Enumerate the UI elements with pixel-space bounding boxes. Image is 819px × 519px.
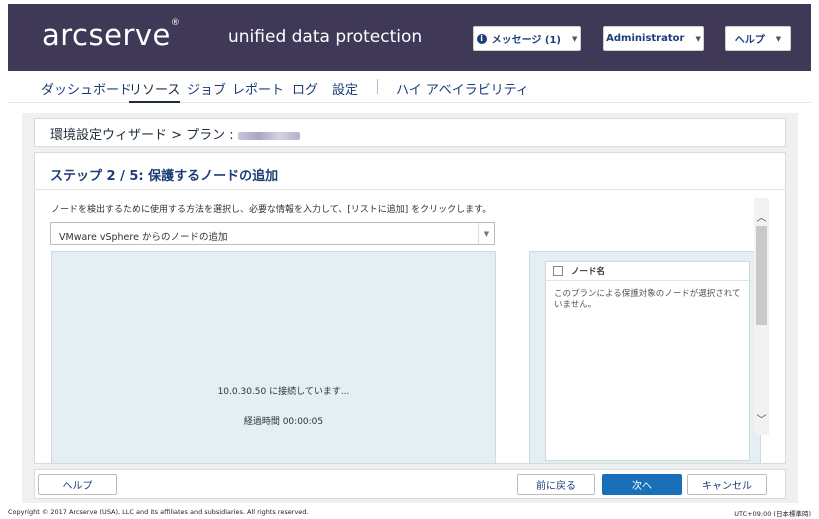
arcserve-logo: arcserve® (42, 18, 180, 52)
redacted-plan-name (237, 131, 300, 140)
select-value: VMware vSphere からのノードの追加 (59, 232, 228, 243)
nav-jobs[interactable]: ジョブ (187, 79, 226, 98)
node-name-column-header: ノード名 (571, 267, 606, 277)
logo-registered-mark: ® (170, 18, 181, 28)
copyright-text: Copyright © 2017 Arcserve (USA), LLC and… (8, 508, 309, 516)
help-button[interactable]: ヘルプ (38, 474, 117, 495)
nav-reports[interactable]: レポート (232, 79, 284, 98)
divider (35, 189, 785, 190)
next-button[interactable]: 次へ (602, 474, 682, 495)
help-label: ヘルプ (734, 35, 765, 46)
selected-nodes-pane: ノード名 このプランによる保護対象のノードが選択されていません。 (529, 251, 761, 463)
connecting-status: 10.0.30.50 に接続しています... (217, 387, 350, 397)
chevron-down-icon: ▼ (572, 34, 578, 43)
chevron-down-icon: ▼ (775, 34, 782, 43)
info-icon: i (476, 33, 487, 44)
nav-high-availability[interactable]: ハイ アベイラビリティ (396, 79, 529, 98)
select-all-checkbox[interactable] (553, 266, 563, 276)
wizard-content: ステップ 2 / 5: 保護するノードの追加 ノードを検出するために使用する方法… (34, 152, 786, 464)
empty-list-message: このプランによる保護対象のノードが選択されていません。 (554, 289, 741, 310)
nav-resources[interactable]: リソース (129, 79, 181, 103)
content-scrollbar[interactable]: ︿ ﹀ (754, 198, 769, 435)
app-header: arcserve® unified data protection i メッセー… (8, 4, 811, 71)
logo-text: arcserve (42, 18, 171, 52)
user-menu-button[interactable]: Administrator ▼ (603, 26, 704, 51)
chevron-down-icon: ▼ (695, 34, 701, 43)
step-description: ノードを検出するために使用する方法を選択し、必要な情報を入力して、[リストに追加… (51, 205, 492, 215)
nav-logs[interactable]: ログ (292, 79, 318, 98)
product-name: unified data protection (228, 27, 423, 47)
back-button[interactable]: 前に戻る (517, 474, 595, 495)
discovery-pane: 10.0.30.50 に接続しています... 経過時間 00:00:05 (51, 251, 496, 463)
scrollbar-thumb[interactable] (756, 226, 767, 325)
nav-divider (377, 79, 378, 94)
breadcrumb-panel: 環境設定ウィザード > プラン : (34, 118, 786, 147)
node-list: ノード名 このプランによる保護対象のノードが選択されていません。 (545, 261, 750, 461)
chevron-down-icon[interactable]: ﹀ (754, 410, 769, 426)
help-menu-button[interactable]: ヘルプ ▼ (725, 26, 791, 51)
cancel-button[interactable]: キャンセル (687, 474, 767, 495)
user-label: Administrator (606, 33, 685, 44)
breadcrumb-text: 環境設定ウィザード > プラン : (50, 128, 234, 143)
node-discovery-method-select[interactable]: VMware vSphere からのノードの追加 ▼ (50, 222, 495, 245)
nav-settings[interactable]: 設定 (332, 79, 358, 98)
breadcrumb: 環境設定ウィザード > プラン : (50, 124, 300, 143)
messages-button[interactable]: i メッセージ (1) ▼ (473, 26, 581, 51)
chevron-down-icon[interactable]: ▼ (478, 223, 494, 244)
node-list-header: ノード名 (546, 262, 749, 281)
messages-label: メッセージ (1) (491, 35, 561, 46)
nav-dashboard[interactable]: ダッシュボード (41, 79, 132, 98)
chevron-up-icon[interactable]: ︿ (754, 208, 769, 224)
timezone-text: UTC+09:00 (日本標準時) (734, 510, 811, 518)
step-title: ステップ 2 / 5: 保護するノードの追加 (50, 169, 279, 184)
elapsed-time: 経過時間 00:00:05 (243, 417, 324, 427)
main-nav: ダッシュボード リソース ジョブ レポート ログ 設定 ハイ アベイラビリティ (8, 71, 811, 103)
